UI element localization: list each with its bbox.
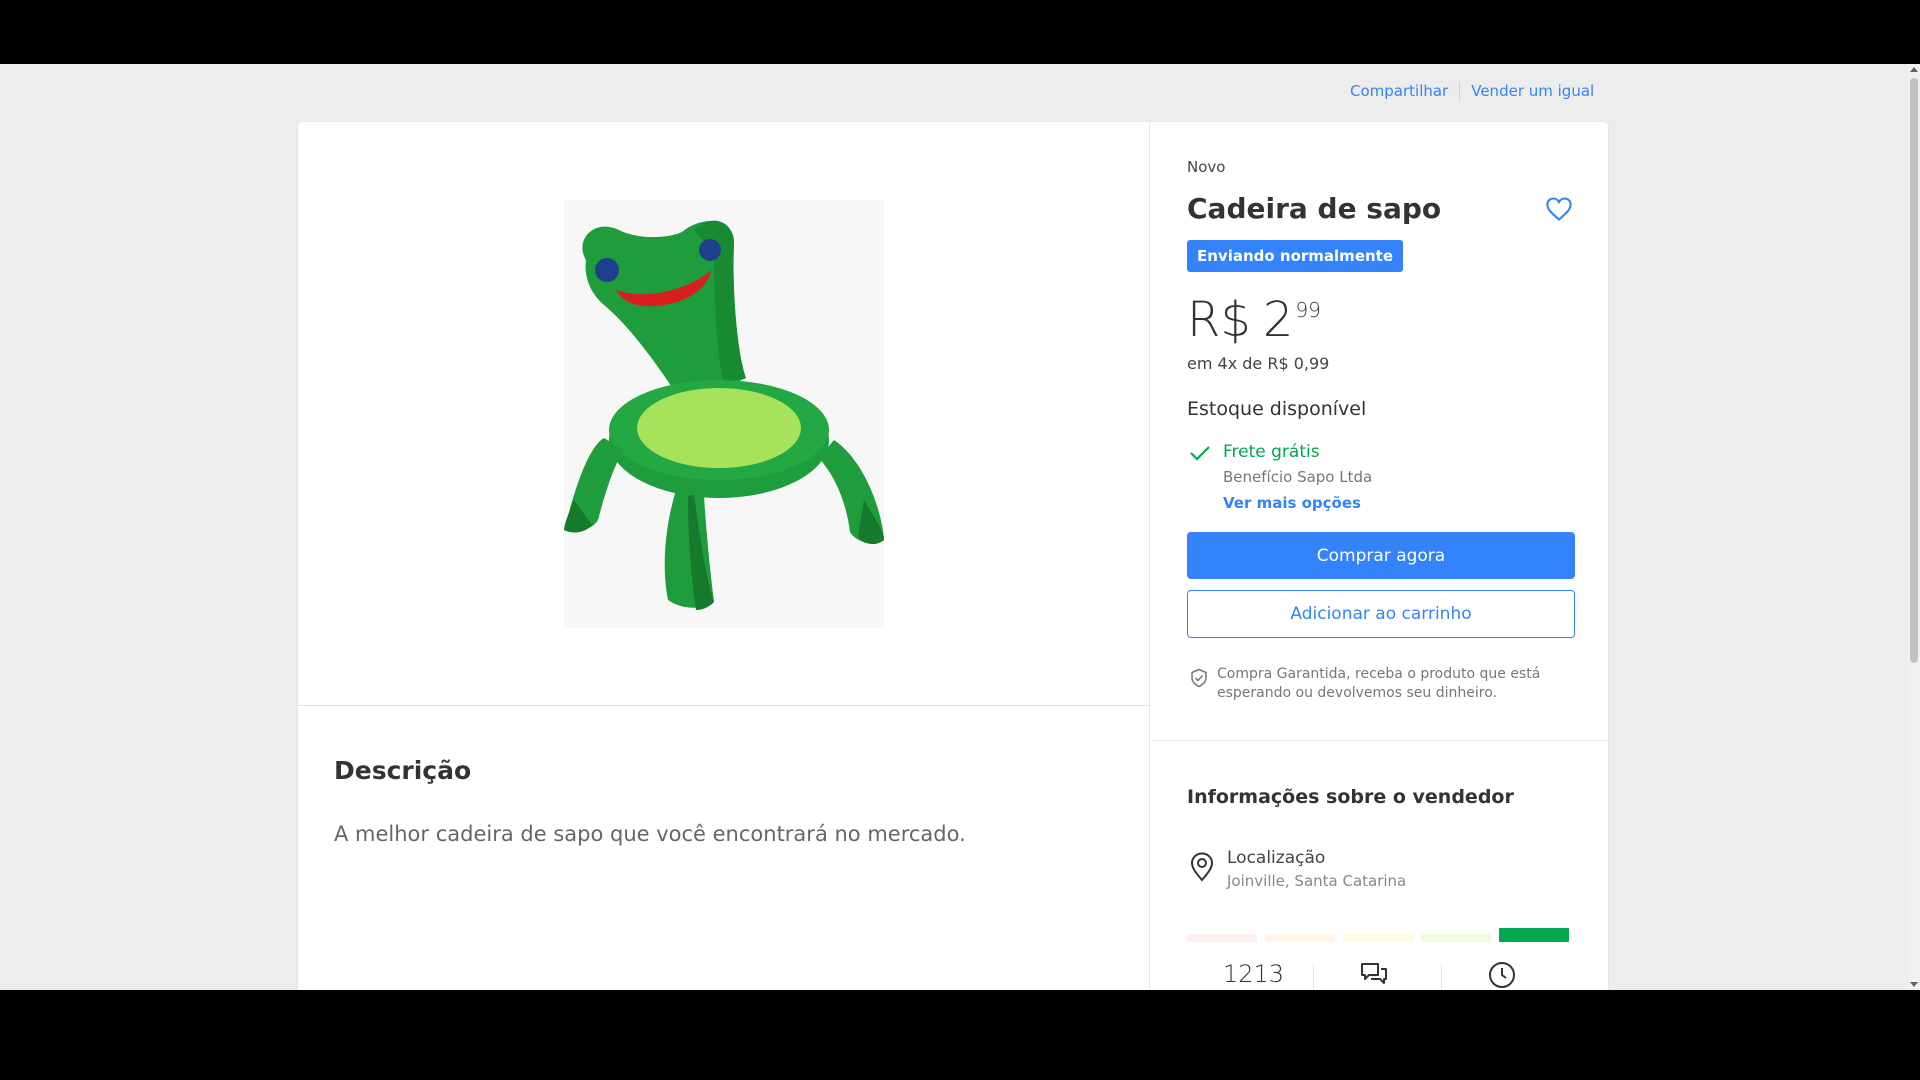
browser-viewport: Compartilhar Vender um igual Descrição A… — [0, 64, 1920, 990]
location-value: Joinville, Santa Catarina — [1227, 872, 1407, 890]
reputation-segment — [1421, 934, 1491, 942]
product-buy-box: Novo Cadeira de sapo Enviando normalment… — [1151, 122, 1608, 990]
description-text: A melhor cadeira de sapo que você encont… — [334, 822, 966, 846]
reputation-segment — [1187, 934, 1257, 942]
heart-icon[interactable] — [1545, 196, 1573, 222]
product-title: Cadeira de sapo — [1187, 192, 1442, 225]
top-links-divider — [1459, 82, 1461, 100]
product-left-column: Descrição A melhor cadeira de sapo que v… — [298, 122, 1150, 990]
reputation-thermometer — [1187, 928, 1569, 942]
letterbox-bottom — [0, 990, 1920, 1080]
top-links: Compartilhar Vender um igual — [1350, 82, 1594, 100]
frog-chair-image — [564, 220, 884, 610]
shipping-subtitle: Benefício Sapo Ltda — [1223, 468, 1373, 486]
scroll-down-arrow-icon[interactable] — [1910, 982, 1918, 987]
stat-divider — [1441, 964, 1442, 990]
sell-similar-link[interactable]: Vender um igual — [1471, 82, 1594, 100]
product-condition: Novo — [1187, 158, 1226, 176]
description-title: Descrição — [334, 756, 472, 785]
add-to-cart-button[interactable]: Adicionar ao carrinho — [1187, 590, 1575, 638]
product-card: Descrição A melhor cadeira de sapo que v… — [298, 122, 1608, 990]
check-icon — [1190, 446, 1210, 461]
location-pin-icon — [1190, 852, 1214, 882]
shipping-status-badge: Enviando normalmente — [1187, 240, 1404, 272]
guarantee-text: Compra Garantida, receba o produto que e… — [1217, 666, 1541, 701]
seller-info-title: Informações sobre o vendedor — [1187, 786, 1514, 808]
buy-now-button[interactable]: Comprar agora — [1187, 532, 1575, 579]
reputation-segment — [1343, 934, 1413, 942]
scroll-up-arrow-icon[interactable] — [1910, 67, 1918, 72]
scrollbar-thumb[interactable] — [1910, 78, 1918, 663]
product-gallery — [298, 122, 1150, 706]
scrollbar[interactable] — [1908, 64, 1920, 990]
product-image[interactable] — [564, 200, 884, 628]
price-cents: 99 — [1295, 298, 1321, 322]
seller-sales-count: 1213 — [1223, 960, 1285, 988]
chat-icon — [1361, 963, 1387, 984]
clock-icon — [1489, 962, 1515, 988]
installments: em 4x de R$ 0,99 — [1187, 354, 1330, 373]
reputation-segment — [1265, 934, 1335, 942]
reputation-segment — [1499, 928, 1569, 942]
location-label: Localização — [1227, 848, 1326, 868]
letterbox-top — [0, 0, 1920, 64]
shipping-more-options-link[interactable]: Ver mais opções — [1223, 494, 1361, 512]
shield-icon — [1191, 668, 1207, 688]
stock-status: Estoque disponível — [1187, 398, 1367, 420]
stat-divider — [1313, 964, 1314, 990]
share-link[interactable]: Compartilhar — [1350, 82, 1448, 100]
price-currency: R$ — [1187, 292, 1251, 348]
price: R$ 2 99 — [1187, 292, 1321, 348]
divider — [1151, 740, 1608, 741]
shipping-title: Frete grátis — [1223, 442, 1320, 462]
price-integer: 2 — [1262, 292, 1294, 348]
